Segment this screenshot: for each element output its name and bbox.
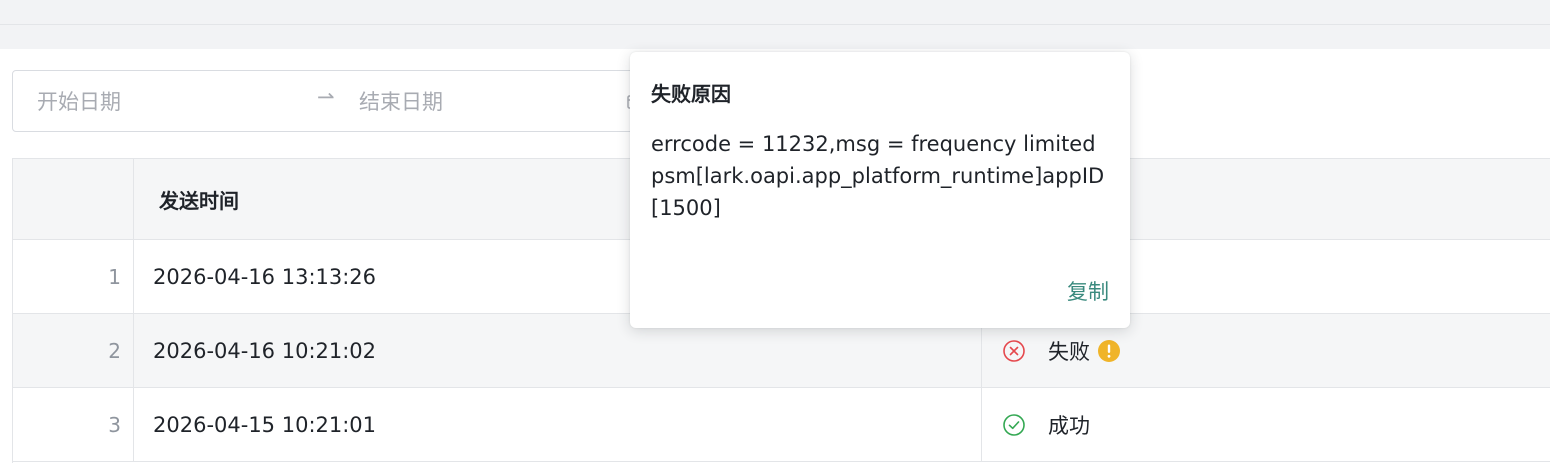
top-bar <box>0 0 1550 25</box>
copy-button[interactable]: 复制 <box>1067 276 1109 306</box>
status-label: 成功 <box>1048 413 1090 438</box>
toolbar-band <box>0 25 1550 49</box>
row-index: 3 <box>13 388 134 461</box>
row-index: 2 <box>13 314 134 387</box>
success-circle-icon <box>1003 413 1025 436</box>
date-range-picker[interactable]: ⇀ <box>12 70 652 133</box>
end-date-input[interactable] <box>357 71 631 133</box>
popover-title: 失败原因 <box>651 82 731 106</box>
status-cell: 成功 <box>982 388 1550 461</box>
send-time-cell: 2026-04-15 10:21:01 <box>134 388 982 461</box>
row-index: 1 <box>13 240 134 313</box>
start-date-input[interactable] <box>35 71 309 133</box>
index-column-header <box>13 159 134 239</box>
warning-info-icon[interactable] <box>1098 339 1120 362</box>
failure-reason-popover: 失败原因 errcode = 11232,msg = frequency lim… <box>630 52 1130 328</box>
failure-message: errcode = 11232,msg = frequency limited … <box>651 132 1105 220</box>
range-separator-icon: ⇀ <box>317 85 335 109</box>
status-label: 失败 <box>1048 339 1090 364</box>
error-circle-icon <box>1003 339 1025 362</box>
table-row: 3 2026-04-15 10:21:01 成功 <box>13 388 1550 462</box>
